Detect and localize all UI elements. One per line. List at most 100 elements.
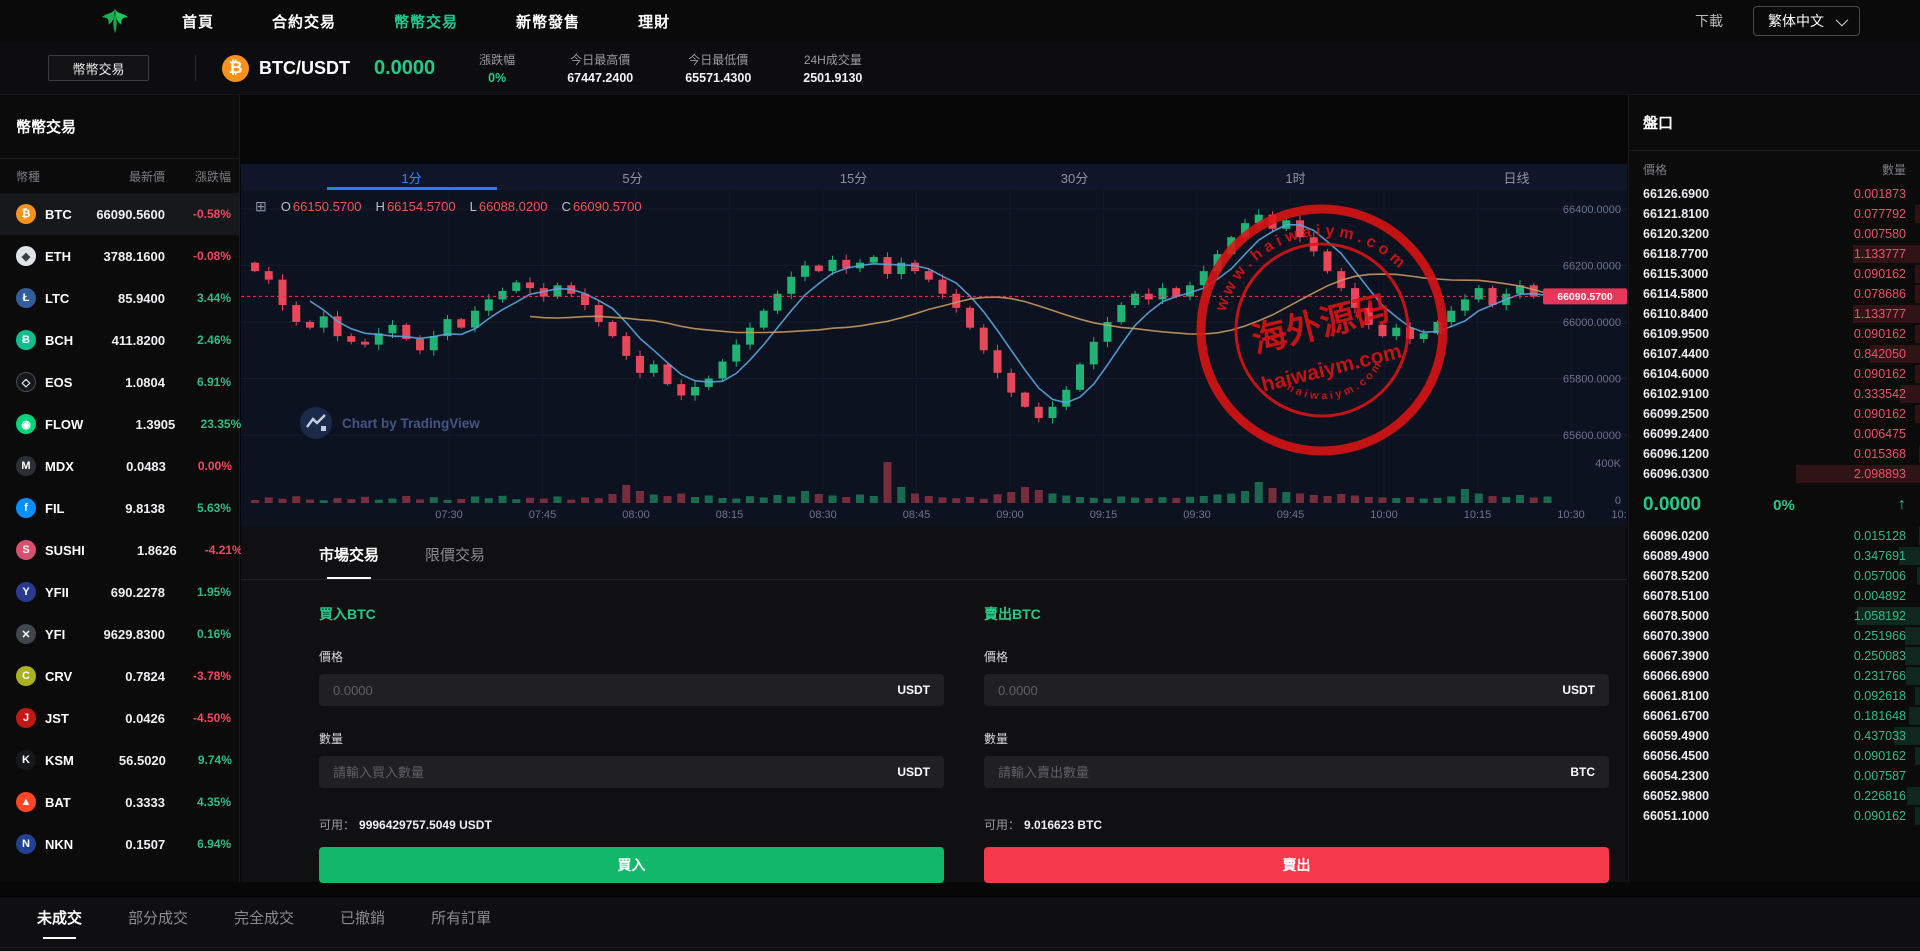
coin-row-yfii[interactable]: YYFII690.22781.95% xyxy=(0,571,239,613)
coin-row-nkn[interactable]: NNKN0.15076.94% xyxy=(0,823,239,865)
time-label: 07:45 xyxy=(529,509,557,521)
coin-row-eos[interactable]: ◇EOS1.08046.91% xyxy=(0,361,239,403)
bid-row[interactable]: 66078.51000.004892 xyxy=(1629,586,1920,606)
ask-row[interactable]: 66107.44000.842050 xyxy=(1629,344,1920,364)
coin-row-flow[interactable]: ◉FLOW1.390523.35% xyxy=(0,403,239,445)
book-qty: 1.133777 xyxy=(1854,307,1906,321)
sell-amount-input[interactable] xyxy=(998,765,1570,780)
buy-amount-input[interactable] xyxy=(333,765,897,780)
coin-row-ltc[interactable]: ŁLTC85.94003.44% xyxy=(0,277,239,319)
coin-row-sushi[interactable]: SSUSHI1.8626-4.21% xyxy=(0,529,239,571)
buy-amount-field-wrap: USDT xyxy=(319,756,944,788)
nav-item-首頁[interactable]: 首頁 xyxy=(182,11,214,32)
book-price: 66059.4900 xyxy=(1643,729,1709,743)
ask-row[interactable]: 66121.81000.077792 xyxy=(1629,204,1920,224)
bid-row[interactable]: 66054.23000.007587 xyxy=(1629,766,1920,786)
chart-column: 1分5分15分30分1时日线 ⊞ O66150.5700H66154.5700L… xyxy=(241,95,1627,882)
bid-row[interactable]: 66089.49000.347691 xyxy=(1629,546,1920,566)
stat-value: 67447.2400 xyxy=(567,71,633,85)
ask-row[interactable]: 66102.91000.333542 xyxy=(1629,384,1920,404)
ask-row[interactable]: 66120.32000.007580 xyxy=(1629,224,1920,244)
sell-button[interactable]: 賣出 xyxy=(984,847,1609,883)
coin-row-bch[interactable]: ɃBCH411.82002.46% xyxy=(0,319,239,361)
timeframe-日线[interactable]: 日线 xyxy=(1406,164,1627,190)
book-qty: 2.098893 xyxy=(1854,467,1906,481)
bid-row[interactable]: 66096.02000.015128 xyxy=(1629,526,1920,546)
ask-row[interactable]: 66099.24000.006475 xyxy=(1629,424,1920,444)
timeframe-5分[interactable]: 5分 xyxy=(522,164,743,190)
book-qty: 0.007580 xyxy=(1854,227,1906,241)
ticker-stats: 漲跌幅0%今日最高價67447.2400今日最低價65571.430024H成交… xyxy=(479,51,862,85)
order-tab-完全成交[interactable]: 完全成交 xyxy=(234,907,294,939)
bid-row[interactable]: 66070.39000.251966 xyxy=(1629,626,1920,646)
nav-item-理財[interactable]: 理財 xyxy=(638,11,670,32)
ask-row[interactable]: 66110.84001.133777 xyxy=(1629,304,1920,324)
order-tab-未成交[interactable]: 未成交 xyxy=(37,907,82,939)
bid-row[interactable]: 66061.81000.092618 xyxy=(1629,686,1920,706)
ask-row[interactable]: 66104.60000.090162 xyxy=(1629,364,1920,384)
coin-row-btc[interactable]: ₿BTC66090.5600-0.58% xyxy=(0,193,239,235)
price-axis-label: 65800.0000 xyxy=(1563,374,1621,386)
coin-row-yfi[interactable]: ✕YFI9629.83000.16% xyxy=(0,613,239,655)
coin-row-mdx[interactable]: MMDX0.04830.00% xyxy=(0,445,239,487)
download-link[interactable]: 下載 xyxy=(1695,11,1723,31)
buy-button[interactable]: 買入 xyxy=(319,847,944,883)
coin-name: MDX xyxy=(45,459,74,474)
nav-item-合約交易[interactable]: 合約交易 xyxy=(272,11,336,32)
order-tab-部分成交[interactable]: 部分成交 xyxy=(128,907,188,939)
bid-row[interactable]: 66052.98000.226816 xyxy=(1629,786,1920,806)
market-type-button[interactable]: 幣幣交易 xyxy=(48,55,149,81)
ask-row[interactable]: 66114.58000.078686 xyxy=(1629,284,1920,304)
coin-change: 3.44% xyxy=(165,291,231,305)
timeframe-1时[interactable]: 1时 xyxy=(1185,164,1406,190)
tradingview-attribution[interactable]: Chart by TradingView xyxy=(299,406,480,440)
nav-item-新幣發售[interactable]: 新幣發售 xyxy=(516,11,580,32)
order-tab-已撤銷[interactable]: 已撤銷 xyxy=(340,907,385,939)
ohlc-o: O66150.5700 xyxy=(281,199,362,214)
ask-row[interactable]: 66109.95000.090162 xyxy=(1629,324,1920,344)
eos-icon: ◇ xyxy=(16,372,36,392)
coin-symbol: ◉FLOW xyxy=(16,414,83,434)
ask-row[interactable]: 66118.77001.133777 xyxy=(1629,244,1920,264)
bid-row[interactable]: 66056.45000.090162 xyxy=(1629,746,1920,766)
trade-tab-限價交易[interactable]: 限價交易 xyxy=(425,544,485,579)
ask-row[interactable]: 66096.12000.015368 xyxy=(1629,444,1920,464)
nav-item-幣幣交易[interactable]: 幣幣交易 xyxy=(394,11,458,32)
chart-canvas: 07:3007:4508:0008:1508:3008:4509:0009:15… xyxy=(241,190,1627,526)
coin-row-crv[interactable]: CCRV0.7824-3.78% xyxy=(0,655,239,697)
ask-row[interactable]: 66126.69000.001873 xyxy=(1629,184,1920,204)
coin-row-eth[interactable]: ◆ETH3788.1600-0.08% xyxy=(0,235,239,277)
buy-price-input[interactable] xyxy=(333,683,897,698)
coin-symbol: ŁLTC xyxy=(16,288,73,308)
bid-row[interactable]: 66067.39000.250083 xyxy=(1629,646,1920,666)
bid-row[interactable]: 66078.50001.058192 xyxy=(1629,606,1920,626)
coin-name: FLOW xyxy=(45,417,83,432)
book-qty: 0.090162 xyxy=(1854,809,1906,823)
timeframe-15分[interactable]: 15分 xyxy=(743,164,964,190)
coin-row-fil[interactable]: fFIL9.81385.63% xyxy=(0,487,239,529)
order-tab-所有訂單[interactable]: 所有訂單 xyxy=(431,907,491,939)
bid-row[interactable]: 66059.49000.437033 xyxy=(1629,726,1920,746)
bid-row[interactable]: 66061.67000.181648 xyxy=(1629,706,1920,726)
coin-row-ksm[interactable]: KKSM56.50209.74% xyxy=(0,739,239,781)
coin-row-bat[interactable]: ▲BAT0.33334.35% xyxy=(0,781,239,823)
fil-icon: f xyxy=(16,498,36,518)
coin-row-jst[interactable]: JJST0.0426-4.50% xyxy=(0,697,239,739)
candlestick-chart[interactable]: ⊞ O66150.5700H66154.5700L66088.0200C6609… xyxy=(241,190,1627,526)
btc-icon: ₿ xyxy=(16,204,36,224)
ask-row[interactable]: 66099.25000.090162 xyxy=(1629,404,1920,424)
ask-row[interactable]: 66115.30000.090162 xyxy=(1629,264,1920,284)
coin-name: YFII xyxy=(45,585,69,600)
language-selector[interactable]: 繁体中文 xyxy=(1753,6,1860,36)
bid-row[interactable]: 66051.10000.090162 xyxy=(1629,806,1920,826)
buy-available: 可用：9996429757.5049 USDT xyxy=(319,816,944,833)
ask-row[interactable]: 66096.03002.098893 xyxy=(1629,464,1920,484)
sell-price-input[interactable] xyxy=(998,683,1562,698)
trade-tab-市場交易[interactable]: 市場交易 xyxy=(319,544,379,579)
coin-price: 1.0804 xyxy=(73,375,165,390)
bid-row[interactable]: 66066.69000.231766 xyxy=(1629,666,1920,686)
bid-row[interactable]: 66078.52000.057006 xyxy=(1629,566,1920,586)
timeframe-30分[interactable]: 30分 xyxy=(964,164,1185,190)
timeframe-1分[interactable]: 1分 xyxy=(301,164,522,190)
expand-icon[interactable]: ⊞ xyxy=(255,198,267,215)
